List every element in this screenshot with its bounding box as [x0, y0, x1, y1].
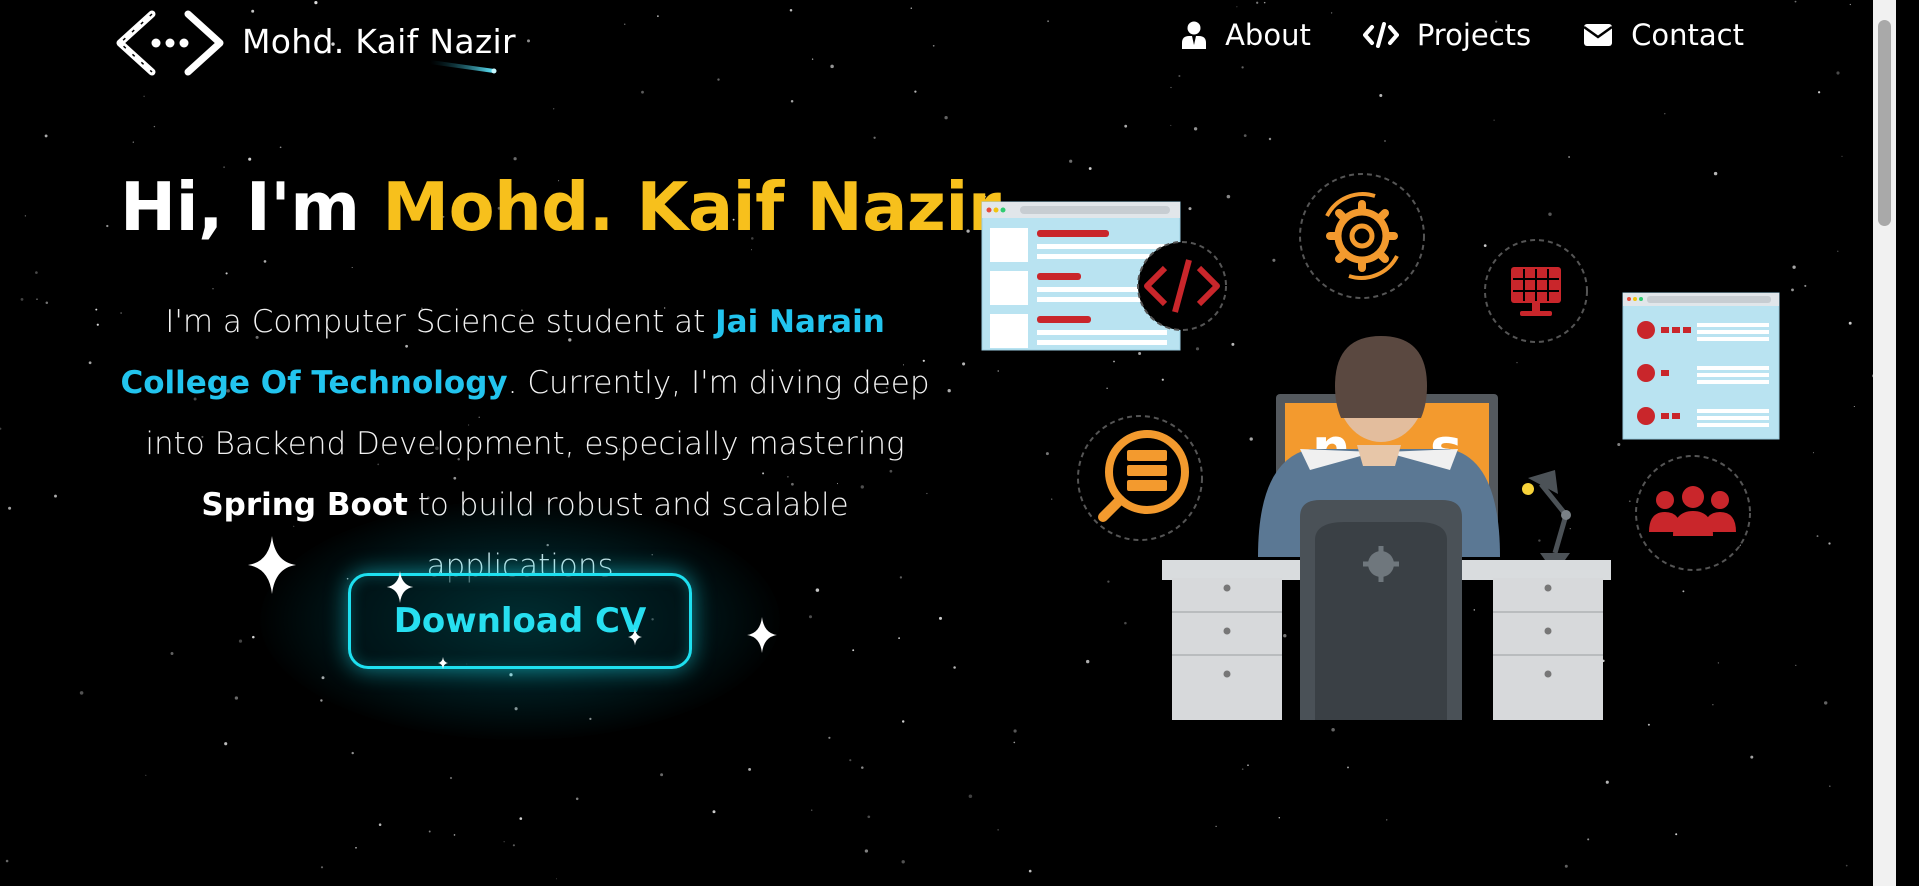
nav-about[interactable]: About	[1181, 18, 1311, 52]
sparkle-icon	[438, 657, 448, 669]
nav-contact-label: Contact	[1631, 18, 1744, 52]
envelope-icon	[1583, 24, 1613, 46]
sparkle-icon	[386, 571, 414, 603]
hero-name: Mohd. Kaif Nazir	[382, 168, 1001, 246]
nav-contact[interactable]: Contact	[1583, 18, 1744, 52]
team-bubble	[1635, 455, 1751, 571]
framework-highlight: Spring Boot	[201, 487, 408, 523]
browser-window-right	[1622, 292, 1780, 440]
code-icon	[1362, 22, 1399, 48]
portfolio-page: Mohd. Kaif Nazir About Projects Contact …	[0, 0, 1896, 886]
database-search-bubble	[1077, 415, 1203, 541]
main-nav: About Projects Contact	[1129, 18, 1744, 52]
hero-greeting: Hi, I'm	[120, 168, 383, 246]
sparkle-icon	[747, 617, 777, 653]
gear-bubble	[1299, 173, 1425, 299]
code-bubble	[1137, 241, 1227, 331]
shooting-star-decoration	[428, 60, 497, 74]
page-scrollbar[interactable]	[1873, 0, 1896, 886]
developer-at-desk: n s	[1162, 336, 1611, 720]
developer-illustration: n s	[981, 173, 1780, 720]
user-icon	[1182, 21, 1207, 49]
nav-projects[interactable]: Projects	[1362, 18, 1532, 52]
hero-title: Hi, I'm Mohd. Kaif Nazir	[120, 168, 1001, 246]
code-brackets-icon	[116, 10, 224, 76]
sparkle-icon	[248, 536, 296, 594]
solar-panel-bubble	[1484, 239, 1588, 343]
nav-about-label: About	[1225, 18, 1311, 52]
nav-projects-label: Projects	[1416, 18, 1532, 52]
hero-text-1: I'm a Computer Science student at	[165, 304, 716, 340]
sparkle-icon	[628, 628, 642, 646]
logo-name: Mohd. Kaif Nazir	[242, 21, 516, 61]
scrollbar-thumb[interactable]	[1878, 20, 1891, 226]
